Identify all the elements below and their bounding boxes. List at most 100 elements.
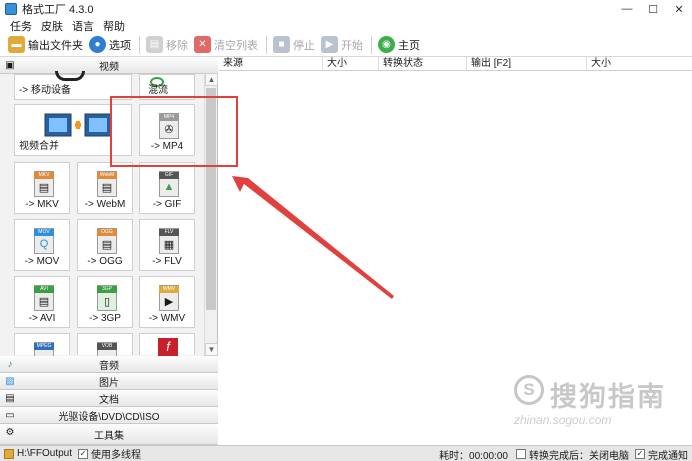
column-size[interactable]: 大小: [323, 57, 379, 71]
quicktime-icon: Q: [39, 238, 49, 250]
close-button[interactable]: ✕: [666, 0, 692, 18]
category-audio[interactable]: ♪ 音频: [0, 356, 218, 373]
wmv-file-icon: WMV ▶: [159, 285, 179, 311]
app-icon: [5, 3, 17, 15]
film-icon: ▤: [38, 296, 50, 308]
status-right: 耗时：00:00:00 转换完成后：关闭电脑 完成通知: [439, 446, 692, 461]
table-header: 来源 大小 转换状态 输出 [F2] 大小: [219, 57, 692, 71]
notify-checkbox[interactable]: [635, 449, 645, 459]
tile-3gp[interactable]: 3GP ▯ -> 3GP: [77, 276, 133, 328]
folder-icon: [4, 448, 14, 459]
media-icon: ▶: [164, 296, 174, 308]
output-path[interactable]: H:\FFOutput: [17, 448, 72, 459]
folder-icon: ▬: [8, 36, 25, 53]
options-button[interactable]: ● 选项: [89, 34, 131, 56]
menu-task[interactable]: 任务: [10, 18, 32, 34]
film-icon: ▤: [101, 239, 113, 251]
toolbar-separator: [371, 35, 372, 54]
stop-button[interactable]: ■ 停止: [273, 34, 315, 56]
toolbar-separator: [139, 35, 140, 54]
clear-icon: ✕: [194, 36, 211, 53]
watermark: S 搜狗指南 zhinan.sogou.com: [514, 369, 674, 427]
category-tools[interactable]: ⚙ 工具集: [0, 424, 218, 445]
title-bar: 格式工厂 4.3.0 — ☐ ✕: [0, 0, 692, 18]
flash-icon: f: [158, 338, 178, 356]
options-icon: ●: [89, 36, 106, 53]
tile-gif[interactable]: GIF ▲ -> GIF: [139, 162, 195, 214]
watermark-logo-icon: S: [514, 375, 544, 405]
film-icon: ▣: [5, 59, 15, 71]
vob-file-icon: VOB: [97, 342, 117, 356]
remove-button[interactable]: ▤ 移除: [146, 34, 188, 56]
gear-icon: ⚙: [5, 426, 15, 438]
tile-webm[interactable]: WebM ▤ -> WebM: [77, 162, 133, 214]
globe-icon: ◉: [378, 36, 395, 53]
film-icon: ▤: [38, 182, 50, 194]
home-label: 主页: [398, 39, 420, 52]
after-convert-label[interactable]: 转换完成后：关闭电脑: [529, 447, 629, 461]
start-label: 开始: [341, 39, 363, 52]
tile-avi[interactable]: AVI ▤ -> AVI: [14, 276, 70, 328]
flv-file-icon: FLV ▦: [159, 228, 179, 254]
options-label: 选项: [109, 39, 131, 52]
gif-file-icon: GIF ▲: [159, 171, 179, 197]
tile-mkv[interactable]: MKV ▤ -> MKV: [14, 162, 70, 214]
film-icon: ▤: [101, 182, 113, 194]
multithread-label: 使用多线程: [91, 450, 142, 461]
window-controls: — ☐ ✕: [614, 0, 692, 18]
output-folder-label: 输出文件夹: [28, 39, 83, 52]
category-image[interactable]: ▨ 图片: [0, 373, 218, 390]
column-output-size[interactable]: 大小: [587, 57, 692, 71]
phone-icon: ▯: [103, 296, 111, 308]
tile-vob[interactable]: VOB: [77, 333, 133, 356]
start-button[interactable]: ▶ 开始: [321, 34, 363, 56]
status-bar: H:\FFOutput 使用多线程 耗时：00:00:00 转换完成后：关闭电脑…: [0, 445, 692, 461]
watermark-text: 搜狗指南: [550, 382, 666, 412]
column-source[interactable]: 来源: [219, 57, 323, 71]
mpeg-file-icon: MPEG: [34, 342, 54, 356]
category-video[interactable]: ▣ 视频: [0, 57, 218, 74]
tile-mpeg[interactable]: MPEG: [14, 333, 70, 356]
after-convert-checkbox[interactable]: [516, 449, 526, 459]
output-folder-button[interactable]: ▬ 输出文件夹: [8, 34, 83, 56]
menu-help[interactable]: 帮助: [103, 18, 125, 34]
3gp-file-icon: 3GP ▯: [97, 285, 117, 311]
watermark-url: zhinan.sogou.com: [514, 413, 612, 427]
category-optical-drive[interactable]: ▭ 光驱设备\DVD\CD\ISO: [0, 407, 218, 424]
stop-label: 停止: [293, 39, 315, 52]
tile-wmv[interactable]: WMV ▶ -> WMV: [139, 276, 195, 328]
document-icon: ▤: [5, 392, 15, 404]
tile-swf[interactable]: f: [139, 333, 195, 356]
notify-label: 完成通知: [648, 450, 688, 461]
clapper-icon: ▦: [163, 239, 175, 251]
toolbar-separator: [266, 35, 267, 54]
device-icon: [55, 71, 85, 81]
maximize-button[interactable]: ☐: [640, 0, 666, 18]
music-icon: ♪: [7, 358, 13, 370]
webm-file-icon: WebM ▤: [97, 171, 117, 197]
scroll-down-icon[interactable]: ▼: [205, 343, 218, 356]
category-document[interactable]: ▤ 文档: [0, 390, 218, 407]
tile-mov[interactable]: MOV Q -> MOV: [14, 219, 70, 271]
tile-flv[interactable]: FLV ▦ -> FLV: [139, 219, 195, 271]
clear-list-button[interactable]: ✕ 清空列表: [194, 34, 258, 56]
highlight-box: [110, 96, 238, 167]
column-status[interactable]: 转换状态: [379, 57, 467, 71]
picture-icon: ▲: [163, 181, 175, 193]
menu-skin[interactable]: 皮肤: [41, 18, 63, 34]
mov-file-icon: MOV Q: [34, 228, 54, 254]
clear-list-label: 清空列表: [214, 39, 258, 52]
remove-icon: ▤: [146, 36, 163, 53]
menu-language[interactable]: 语言: [72, 18, 94, 34]
menu-bar: 任务 皮肤 语言 帮助: [0, 18, 692, 33]
tile-ogg[interactable]: OGG ▤ -> OGG: [77, 219, 133, 271]
video-merge-icon: [44, 113, 112, 137]
minimize-button[interactable]: —: [614, 0, 640, 18]
multithread-checkbox[interactable]: [78, 448, 89, 459]
column-output[interactable]: 输出 [F2]: [467, 57, 587, 71]
drive-icon: ▭: [5, 409, 15, 421]
remove-label: 移除: [166, 39, 188, 52]
home-button[interactable]: ◉ 主页: [378, 34, 420, 56]
scroll-up-icon[interactable]: ▲: [205, 73, 218, 86]
ogg-file-icon: OGG ▤: [97, 228, 117, 254]
